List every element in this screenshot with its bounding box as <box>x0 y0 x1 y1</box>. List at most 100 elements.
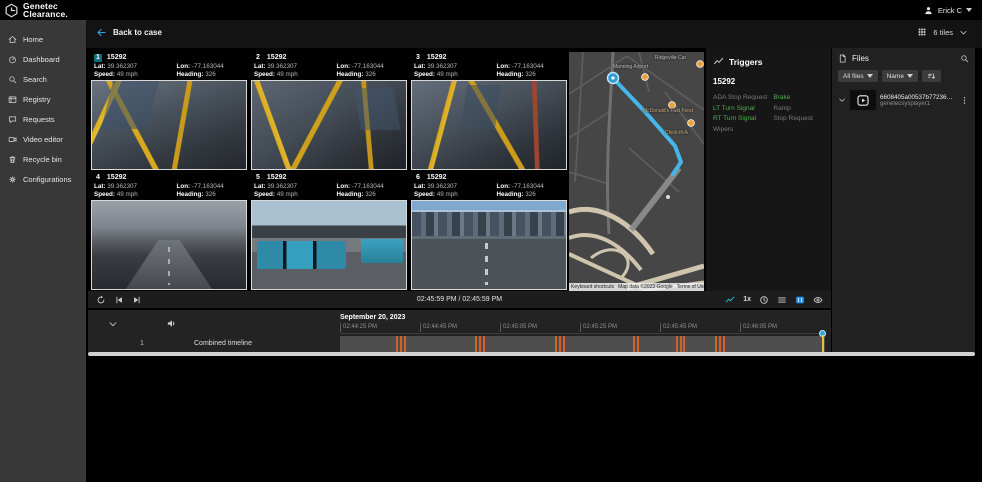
timeline-event-marker[interactable] <box>719 336 722 352</box>
sidebar-item-search[interactable]: Search <box>0 69 86 89</box>
terms-of-use-link[interactable]: Terms of Use <box>674 283 704 291</box>
sidebar-item-dashboard[interactable]: Dashboard <box>0 49 86 69</box>
user-menu[interactable]: Erick C <box>923 0 972 20</box>
video-tile-1[interactable]: 1 15292 Lat: 39.362307 Lon: -77.163044 Sp… <box>90 52 248 171</box>
eye-icon[interactable] <box>813 295 823 305</box>
list-icon[interactable] <box>777 295 787 305</box>
heading-label: Heading: <box>496 191 524 198</box>
video-frame[interactable] <box>251 200 407 290</box>
sidebar-item-configurations[interactable]: Configurations <box>0 169 86 189</box>
sidebar-item-home[interactable]: Home <box>0 29 86 49</box>
tile-number: 4 <box>96 174 100 181</box>
video-tile-4[interactable]: 4 15292 Lat: 39.362307 Lon: -77.163044 Sp… <box>90 172 248 291</box>
speed-value: 49 mph <box>116 71 138 78</box>
timeline-event-marker[interactable] <box>563 336 566 352</box>
video-frame[interactable] <box>411 200 567 290</box>
map-poi-label: Ridgeville Car <box>655 55 687 61</box>
tile-telemetry: 1 15292 Lat: 39.362307 Lon: -77.163044 Sp… <box>90 52 248 80</box>
lat-label: Lat: <box>254 183 266 190</box>
triggers-title: Triggers <box>729 56 763 67</box>
volume-icon[interactable] <box>166 318 177 329</box>
clock-icon[interactable] <box>759 295 769 305</box>
selection-brackets-icon[interactable] <box>795 295 805 305</box>
video-frame[interactable] <box>251 80 407 170</box>
speed-value: 49 mph <box>276 191 298 198</box>
timeline-event-marker[interactable] <box>636 336 639 352</box>
files-panel: Files All files Name 6608405a00537b77236… <box>832 48 975 352</box>
speed-label: Speed: <box>254 71 275 78</box>
vehicle-marker[interactable] <box>606 71 620 85</box>
timeline-event-marker[interactable] <box>559 336 562 352</box>
file-meta: 6608405a00537b77236db876 genetecsysplaye… <box>880 94 956 107</box>
timeline-event-marker[interactable] <box>715 336 718 352</box>
back-arrow-icon <box>97 28 106 37</box>
timeline-track[interactable] <box>340 330 827 352</box>
sidebar-item-registry[interactable]: Registry <box>0 89 86 109</box>
speed-label: Speed: <box>414 191 435 198</box>
file-type-filter-dropdown[interactable]: All files <box>838 70 878 82</box>
timeline-event-marker[interactable] <box>400 336 403 352</box>
tile-telemetry: 5 15292 Lat: 39.362307 Lon: -77.163044 Sp… <box>250 172 408 200</box>
vehicle-id: 15292 <box>106 174 127 181</box>
expander-chevron-icon[interactable] <box>838 96 846 104</box>
file-list-item[interactable]: 6608405a00537b77236db876 genetecsysplaye… <box>838 90 969 110</box>
kebab-menu-icon[interactable] <box>960 96 969 105</box>
avatar-icon <box>925 6 932 14</box>
video-tile-5[interactable]: 5 15292 Lat: 39.362307 Lon: -77.163044 Sp… <box>250 172 408 291</box>
telemetry-graph-icon[interactable] <box>725 295 735 305</box>
sort-by-dropdown[interactable]: Name <box>881 70 918 82</box>
vehicle-id: 15292 <box>266 54 287 61</box>
playback-time-display: 02:45:59 PM / 02:45:59 PM <box>416 296 503 303</box>
keyboard-shortcuts-link[interactable]: Keyboard shortcuts <box>569 283 617 291</box>
timeline-event-marker[interactable] <box>632 336 635 352</box>
brand-text: Genetec Clearance. <box>23 0 68 19</box>
timeline-event-marker[interactable] <box>683 336 686 352</box>
sort-direction-button[interactable] <box>921 70 941 82</box>
collapse-timeline-icon[interactable] <box>108 319 118 329</box>
previous-frame-icon[interactable] <box>114 295 124 305</box>
map-poi-label: Manning Airport <box>613 64 649 70</box>
speed-value: 49 mph <box>436 71 458 78</box>
tile-layout-selector[interactable]: 6 tiles <box>917 27 968 37</box>
heading-value: 326 <box>365 71 376 78</box>
heading-label: Heading: <box>496 71 524 78</box>
timeline-event-marker[interactable] <box>555 336 558 352</box>
triggers-vehicle-id: 15292 <box>713 77 736 86</box>
timeline-event-marker[interactable] <box>723 336 726 352</box>
video-frame[interactable] <box>91 200 247 290</box>
back-label: Back to case <box>113 28 162 37</box>
video-frame[interactable] <box>411 80 567 170</box>
heading-label: Heading: <box>176 71 204 78</box>
timeline-event-marker[interactable] <box>474 336 477 352</box>
timeline-event-marker[interactable] <box>675 336 678 352</box>
back-to-case-button[interactable]: Back to case <box>96 27 162 38</box>
video-tile-3[interactable]: 3 15292 Lat: 39.362307 Lon: -77.163044 Sp… <box>410 52 568 171</box>
horizontal-scrollbar[interactable] <box>88 352 975 356</box>
vehicle-id: 15292 <box>426 54 447 61</box>
sidebar-item-requests[interactable]: Requests <box>0 109 86 129</box>
video-tile-2[interactable]: 2 15292 Lat: 39.362307 Lon: -77.163044 Sp… <box>250 52 408 171</box>
sidebar-item-label: Search <box>23 74 47 84</box>
search-icon[interactable] <box>960 54 969 63</box>
timeline-event-marker[interactable] <box>679 336 682 352</box>
timeline-event-marker[interactable] <box>478 336 481 352</box>
triggers-column-1: ADA Stop Request LT Turn Signal RT Turn … <box>713 93 773 135</box>
map-attribution: Keyboard shortcuts Map data ©2023 Google… <box>569 283 704 291</box>
sidebar-item-recycle-bin[interactable]: Recycle bin <box>0 149 86 169</box>
timeline-event-marker[interactable] <box>482 336 485 352</box>
video-tile-6[interactable]: 6 15292 Lat: 39.362307 Lon: -77.163044 Sp… <box>410 172 568 291</box>
heading-value: 326 <box>205 191 216 198</box>
heading-label: Heading: <box>336 191 364 198</box>
sidebar-item-video-editor[interactable]: Video editor <box>0 129 86 149</box>
sidebar-item-label: Video editor <box>23 134 63 144</box>
next-frame-icon[interactable] <box>132 295 142 305</box>
map-panel[interactable]: Ridgeville Car Manning Airport McDonald'… <box>569 52 704 291</box>
map-data-credit: Map data ©2023 Google <box>616 283 675 291</box>
video-frame[interactable] <box>91 80 247 170</box>
playback-speed-button[interactable]: 1x <box>743 296 751 303</box>
lon-value: -77.163044 <box>511 63 544 70</box>
gear-icon <box>9 175 16 183</box>
timeline-event-marker[interactable] <box>396 336 399 352</box>
replay-icon[interactable] <box>96 295 106 305</box>
timeline-event-marker[interactable] <box>404 336 407 352</box>
